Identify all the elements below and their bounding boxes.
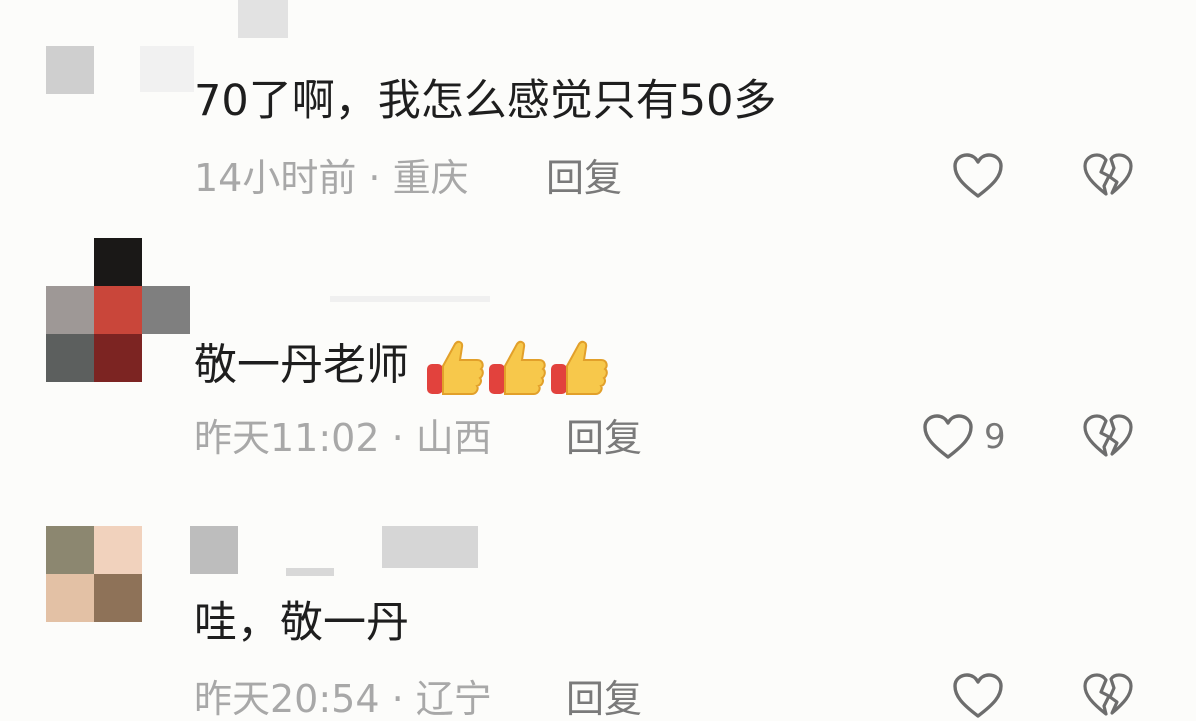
heart-outline-icon[interactable] [952, 672, 1004, 720]
comment-item: 哇，敬一丹 昨天20:54 · 辽宁 回复 [0, 0, 1196, 718]
username-blurred[interactable] [382, 526, 478, 568]
reply-button[interactable]: 回复 [566, 680, 642, 718]
broken-heart-icon[interactable] [1082, 672, 1134, 720]
avatar[interactable] [46, 526, 142, 622]
comment-meta: 昨天20:54 · 辽宁 [194, 677, 492, 721]
username-blurred[interactable] [190, 526, 238, 574]
comment-text: 哇，敬一丹 [194, 598, 409, 648]
username-blurred[interactable] [286, 568, 334, 576]
